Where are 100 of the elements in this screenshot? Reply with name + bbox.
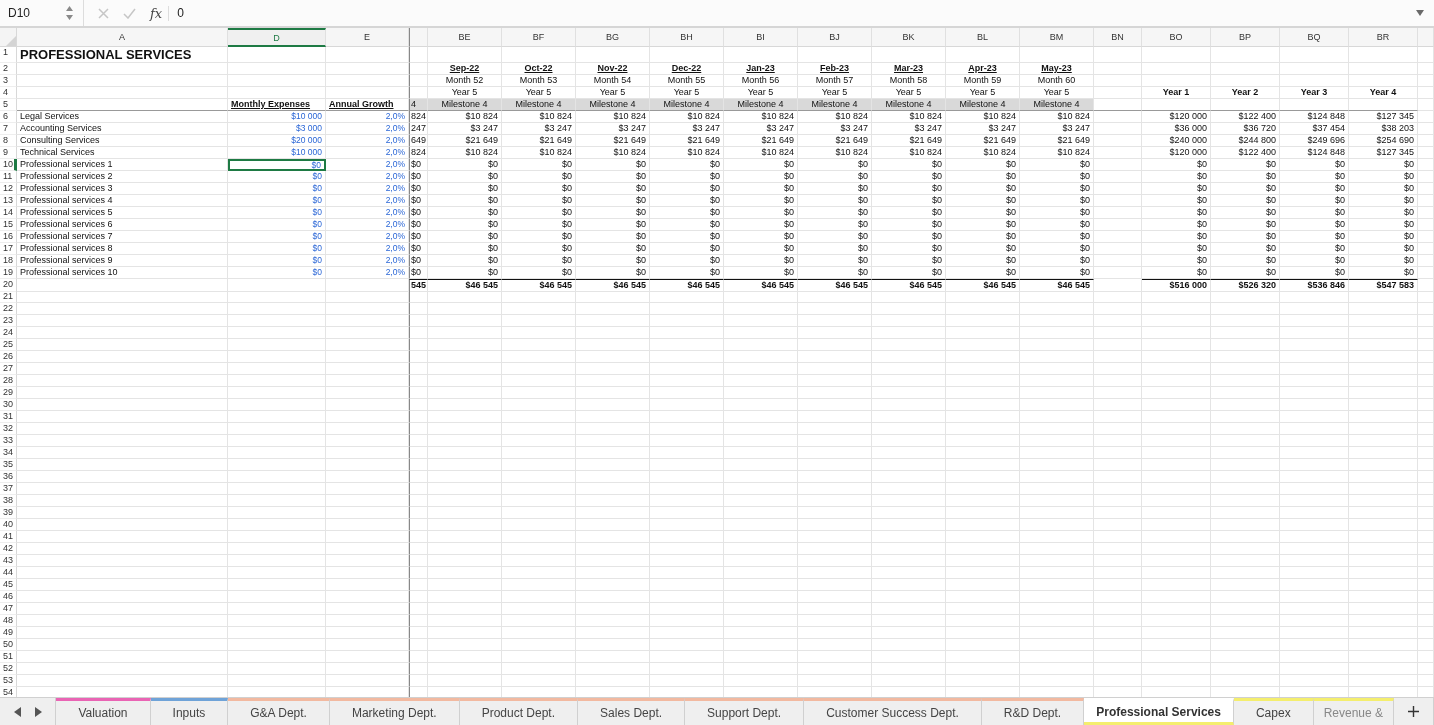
row-header[interactable]: 2 <box>0 63 17 75</box>
sheet-tab[interactable]: Valuation <box>56 698 151 725</box>
next-sheet-icon[interactable] <box>34 706 42 717</box>
caret-icon[interactable] <box>1416 10 1424 16</box>
row-header[interactable]: 36 <box>0 471 17 483</box>
row-header[interactable]: 5 <box>0 99 17 111</box>
column-header[interactable]: E <box>326 28 409 47</box>
row-header[interactable]: 46 <box>0 591 17 603</box>
row-header[interactable]: 30 <box>0 399 17 411</box>
sheet-tab[interactable]: Capex <box>1233 698 1314 725</box>
row-header[interactable]: 41 <box>0 531 17 543</box>
previous-sheet-icon[interactable] <box>13 706 21 717</box>
row-header[interactable]: 24 <box>0 327 17 339</box>
column-header[interactable]: BE <box>428 28 502 47</box>
row-header[interactable]: 29 <box>0 387 17 399</box>
row-header[interactable]: 43 <box>0 555 17 567</box>
cancel-icon[interactable] <box>98 7 109 19</box>
row-header[interactable]: 15 <box>0 219 17 231</box>
row-header[interactable]: 49 <box>0 627 17 639</box>
table-cell: $10 824 <box>946 147 1020 159</box>
row-header[interactable]: 9 <box>0 147 17 159</box>
column-header[interactable]: BH <box>650 28 724 47</box>
cell-reference[interactable]: D10 <box>8 6 30 20</box>
column-header[interactable]: A <box>17 28 228 47</box>
column-header[interactable]: BQ <box>1280 28 1349 47</box>
row-header[interactable]: 42 <box>0 543 17 555</box>
sheet-tab[interactable]: Support Dept. <box>685 698 805 725</box>
row-header[interactable]: 6 <box>0 111 17 123</box>
sheet-tab[interactable]: R&D Dept. <box>981 698 1085 725</box>
stepper-icon[interactable] <box>66 5 73 21</box>
column-header[interactable]: BG <box>576 28 650 47</box>
table-cell: $0 <box>502 171 576 183</box>
row-header[interactable]: 38 <box>0 495 17 507</box>
column-header[interactable]: BP <box>1211 28 1280 47</box>
sheet-tab[interactable]: G&A Dept. <box>228 698 330 725</box>
column-header[interactable]: BN <box>1094 28 1142 47</box>
row-header[interactable]: 34 <box>0 447 17 459</box>
column-header[interactable]: BI <box>724 28 798 47</box>
row-header[interactable]: 11 <box>0 171 17 183</box>
column-header[interactable]: BF <box>502 28 576 47</box>
row-header[interactable]: 17 <box>0 243 17 255</box>
row-header[interactable]: 52 <box>0 663 17 675</box>
table-cell: $21 649 <box>946 135 1020 147</box>
row-header[interactable]: 20 <box>0 279 17 292</box>
row-header[interactable]: 44 <box>0 567 17 579</box>
table-cell: $0 <box>576 171 650 183</box>
row-header[interactable]: 12 <box>0 183 17 195</box>
row-header[interactable]: 28 <box>0 375 17 387</box>
row-header[interactable]: 7 <box>0 123 17 135</box>
row-header[interactable]: 45 <box>0 579 17 591</box>
row-header[interactable]: 18 <box>0 255 17 267</box>
column-header[interactable]: BL <box>946 28 1020 47</box>
row-header[interactable]: 32 <box>0 423 17 435</box>
row-header[interactable]: 13 <box>0 195 17 207</box>
formula-value[interactable]: 0 <box>177 6 1402 20</box>
row-header[interactable]: 16 <box>0 231 17 243</box>
sheet-tab[interactable]: Sales Dept. <box>578 698 686 725</box>
row-header[interactable]: 27 <box>0 363 17 375</box>
sheet-tab[interactable]: Marketing Dept. <box>329 698 460 725</box>
row-header[interactable]: 48 <box>0 615 17 627</box>
sheet-tab[interactable]: Professional Services <box>1084 698 1234 725</box>
row-header[interactable]: 4 <box>0 87 17 99</box>
row-header[interactable]: 8 <box>0 135 17 147</box>
row-header[interactable]: 35 <box>0 459 17 471</box>
column-header[interactable] <box>409 28 428 47</box>
row-header[interactable]: 23 <box>0 315 17 327</box>
table-cell: 2,0% <box>326 111 409 123</box>
row-header[interactable]: 19 <box>0 267 17 279</box>
row-header[interactable]: 53 <box>0 675 17 687</box>
row-header[interactable]: 33 <box>0 435 17 447</box>
sheet-tab[interactable]: Customer Success Dept. <box>804 698 982 725</box>
column-header[interactable]: BM <box>1020 28 1094 47</box>
row-header[interactable]: 40 <box>0 519 17 531</box>
row-header[interactable]: 14 <box>0 207 17 219</box>
row-header[interactable]: 51 <box>0 651 17 663</box>
column-header[interactable]: BJ <box>798 28 872 47</box>
row-header[interactable]: 50 <box>0 639 17 651</box>
row-header[interactable]: 26 <box>0 351 17 363</box>
table-cell: $3 247 <box>650 123 724 135</box>
function-label[interactable]: fx <box>150 5 170 21</box>
column-header[interactable]: BR <box>1349 28 1418 47</box>
row-header[interactable]: 3 <box>0 75 17 87</box>
column-header[interactable]: D <box>228 28 326 47</box>
row-header[interactable]: 10 <box>0 159 17 171</box>
row-header[interactable]: 47 <box>0 603 17 615</box>
sheet-tab[interactable]: Inputs <box>150 698 229 725</box>
row-header[interactable]: 31 <box>0 411 17 423</box>
column-header[interactable]: BO <box>1142 28 1211 47</box>
row-header[interactable]: 37 <box>0 483 17 495</box>
table-cell: $0 <box>1211 171 1280 183</box>
column-header[interactable]: BK <box>872 28 946 47</box>
check-icon[interactable] <box>123 7 136 19</box>
row-header[interactable]: 39 <box>0 507 17 519</box>
table-cell: $0 <box>409 231 428 243</box>
row-header[interactable]: 25 <box>0 339 17 351</box>
row-header[interactable]: 22 <box>0 303 17 315</box>
row-header[interactable]: 1 <box>0 47 17 63</box>
row-header[interactable]: 21 <box>0 291 17 303</box>
sheet-tab[interactable]: Product Dept. <box>459 698 579 725</box>
table-cell: $0 <box>798 159 872 171</box>
